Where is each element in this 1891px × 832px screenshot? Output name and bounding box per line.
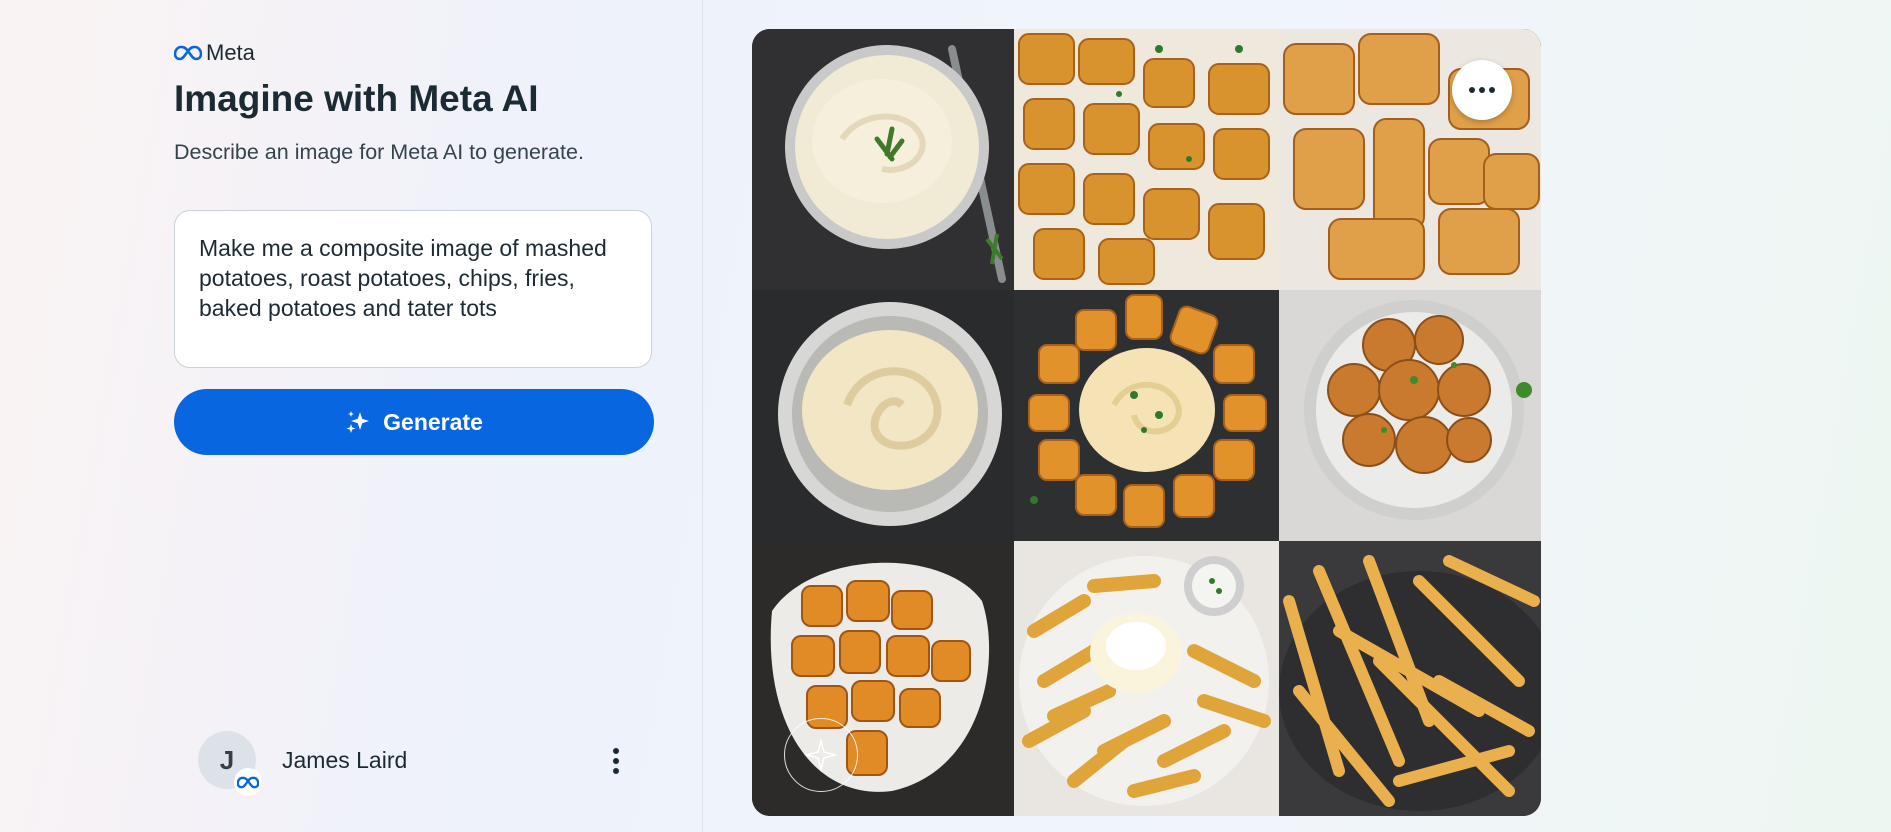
user-profile[interactable]: J James Laird	[198, 731, 630, 796]
page-subtitle: Describe an image for Meta AI to generat…	[174, 140, 584, 164]
roast-potatoes-cubes	[1014, 29, 1279, 290]
user-name: James Laird	[282, 747, 408, 773]
prompt-input[interactable]: Make me a composite image of mashed pota…	[174, 210, 652, 368]
sparkle-icon	[346, 411, 370, 433]
tater-tots-ring	[1014, 290, 1279, 541]
mashed-potatoes-bowl	[752, 29, 1014, 290]
generate-button[interactable]: Generate	[174, 389, 654, 455]
baked-potato-bites-bowl	[1279, 290, 1541, 541]
french-fries	[1279, 541, 1541, 816]
left-panel: Meta Imagine with Meta AI Describe an im…	[0, 0, 703, 832]
mashed-potatoes-plate	[752, 290, 1014, 541]
more-vertical-icon[interactable]	[604, 744, 628, 778]
page-title: Imagine with Meta AI	[174, 78, 539, 119]
watermark-text: IMAGINED WITH AI	[821, 755, 822, 756]
generate-button-label: Generate	[383, 408, 483, 435]
meta-infinity-icon	[174, 45, 202, 61]
avatar-initial: J	[219, 744, 235, 775]
meta-logo[interactable]: Meta	[174, 40, 255, 66]
watermark: IMAGINED WITH AI	[784, 718, 858, 792]
crinkle-fries-with-mayo	[1014, 541, 1279, 816]
more-horizontal-icon[interactable]	[1452, 60, 1512, 120]
meta-logo-icon	[234, 768, 262, 796]
brand-name: Meta	[206, 40, 255, 65]
generated-image[interactable]	[752, 29, 1541, 816]
